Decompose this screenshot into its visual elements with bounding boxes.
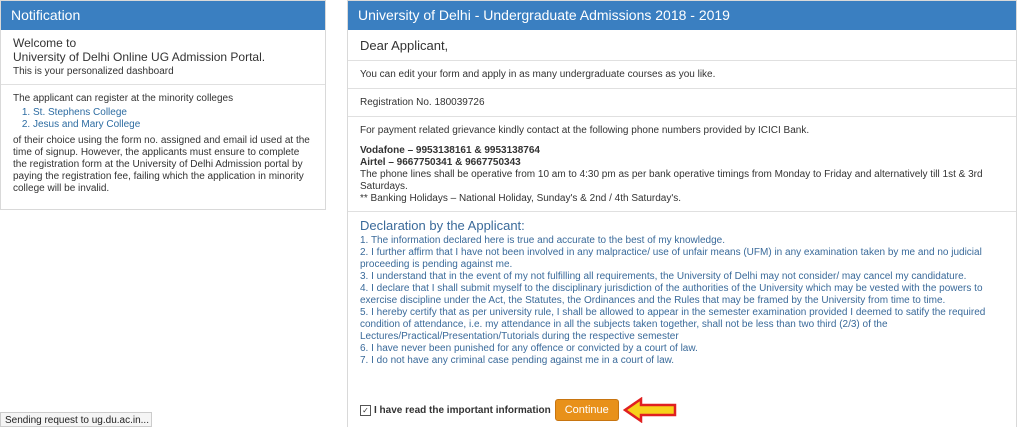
declaration-item: 5. I hereby certify that as per universi…: [360, 307, 986, 342]
declaration-item: 1. The information declared here is true…: [360, 235, 726, 246]
phone-hours: The phone lines shall be operative from …: [360, 169, 983, 192]
vodafone-numbers: Vodafone – 9953138161 & 9953138764: [360, 145, 540, 156]
edit-note: You can edit your form and apply in as m…: [348, 61, 1016, 89]
college-link-jesus-mary[interactable]: Jesus and Mary College: [33, 119, 313, 131]
arrow-left-icon: [622, 397, 676, 423]
payment-grievance-section: For payment related grievance kindly con…: [348, 117, 1016, 212]
declaration-item: 7. I do not have any criminal case pendi…: [360, 355, 675, 366]
admission-panel: University of Delhi - Undergraduate Admi…: [347, 0, 1017, 427]
declaration-item: 3. I understand that in the event of my …: [360, 271, 967, 282]
welcome-section: Welcome to University of Delhi Online UG…: [1, 30, 325, 85]
minority-section: The applicant can register at the minori…: [1, 85, 325, 203]
notification-title: Notification: [1, 1, 325, 30]
grievance-text: For payment related grievance kindly con…: [360, 125, 810, 136]
declaration-section: Declaration by the Applicant: 1. The inf…: [348, 212, 1016, 367]
minority-note: of their choice using the form no. assig…: [13, 135, 310, 194]
college-link-st-stephens[interactable]: St. Stephens College: [33, 107, 313, 119]
dashboard-subtitle: This is your personalized dashboard: [13, 66, 174, 77]
declaration-item: 2. I further affirm that I have not been…: [360, 247, 982, 270]
notification-panel: Notification Welcome to University of De…: [0, 0, 326, 210]
checkbox-label: I have read the important information: [374, 404, 551, 416]
banking-holidays: ** Banking Holidays – National Holiday, …: [360, 193, 682, 204]
welcome-line-1: Welcome to: [13, 36, 77, 50]
welcome-line-2: University of Delhi Online UG Admission …: [13, 50, 266, 64]
admission-title: University of Delhi - Undergraduate Admi…: [348, 1, 1016, 30]
confirm-row: ✓ I have read the important information …: [360, 397, 679, 423]
registration-number: Registration No. 180039726: [348, 89, 1016, 117]
greeting: Dear Applicant,: [348, 30, 1016, 61]
declaration-item: 4. I declare that I shall submit myself …: [360, 283, 983, 306]
declaration-title: Declaration by the Applicant:: [360, 218, 525, 233]
continue-button[interactable]: Continue: [554, 399, 619, 421]
college-list: St. Stephens College Jesus and Mary Coll…: [33, 107, 313, 131]
minority-intro: The applicant can register at the minori…: [13, 93, 234, 104]
airtel-numbers: Airtel – 9667750341 & 9667750343: [360, 157, 521, 168]
declaration-item: 6. I have never been punished for any of…: [360, 343, 698, 354]
status-bar: Sending request to ug.du.ac.in...: [0, 412, 152, 427]
read-info-checkbox[interactable]: ✓: [360, 404, 371, 416]
